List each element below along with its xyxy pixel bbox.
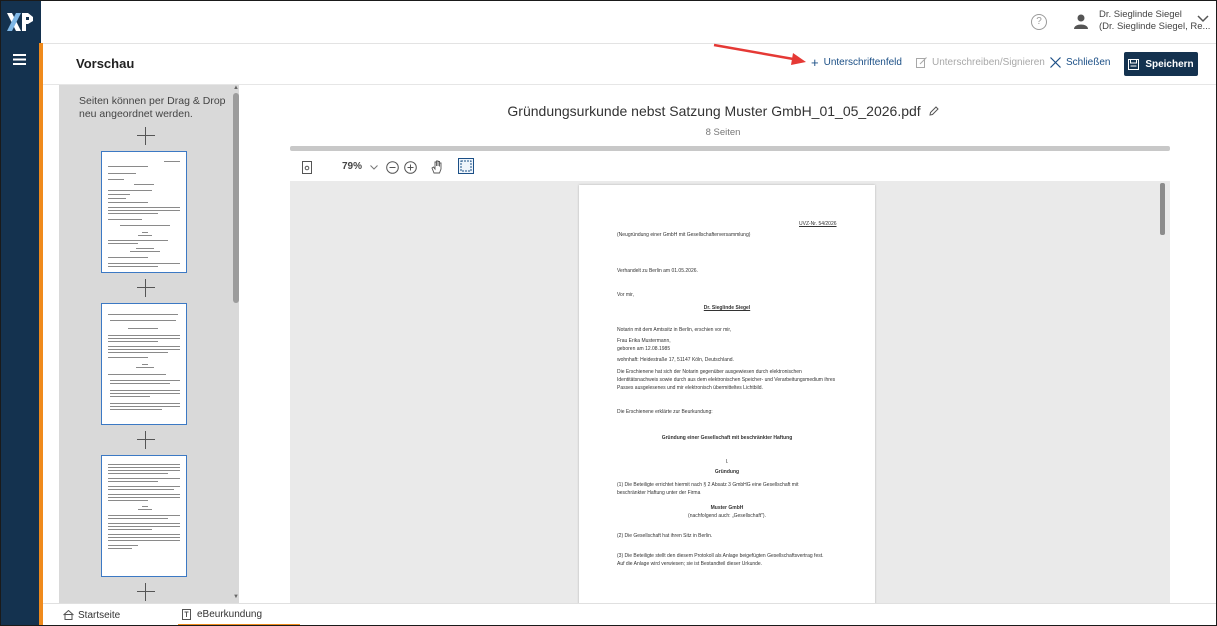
top-bar: ? Dr. Sieglinde Siegel (Dr. Sieglinde Si… [1, 1, 1216, 44]
page-text: Verhandelt zu Berlin am 01.05.2026. [617, 268, 698, 274]
tab-label: eBeurkundung [197, 608, 263, 620]
user-name-line1: Dr. Sieglinde Siegel [1099, 9, 1182, 20]
add-signature-field-button[interactable]: + Unterschriftenfeld [811, 54, 902, 70]
scroll-up-icon[interactable]: ▲ [233, 85, 239, 91]
thumbnail-scrollbar[interactable]: ▲ ▼ [232, 85, 240, 603]
tab-label: Startseite [78, 609, 121, 621]
select-area-button[interactable] [458, 158, 474, 174]
page-count: 8 Seiten [705, 127, 741, 138]
page-thumbnail[interactable] [101, 303, 187, 425]
page-text: Frau Erika Mustermann, [617, 338, 671, 344]
page-text: beschränkter Haftung unter der Firma [617, 490, 701, 496]
close-icon [1050, 57, 1061, 68]
pdf-canvas: UVZ-Nr. 54/2026 (Neugründung einer GmbH … [290, 181, 1170, 603]
left-rail [1, 43, 39, 625]
sign-pen-icon [916, 57, 927, 68]
sign-button-label: Unterschreiben/Signieren [932, 57, 1045, 68]
page-text: Vor mir, [617, 292, 634, 298]
page-notary: Dr. Sieglinde Siegel [703, 305, 751, 311]
insert-page-plus-icon[interactable] [137, 583, 155, 601]
page-text: Auf die Anlage wird verwiesen; sie ist B… [617, 561, 763, 567]
page-text: wohnhaft: Heidestraße 17, 51147 Köln, De… [617, 357, 734, 363]
zoom-in-icon[interactable] [404, 161, 417, 174]
page-company: Muster GmbH [710, 505, 744, 511]
pan-hand-icon[interactable] [431, 160, 444, 174]
page-thumbnail[interactable] [101, 455, 187, 577]
viewer-toolbar: 79% [290, 155, 1170, 181]
user-name[interactable]: Dr. Sieglinde Siegel (Dr. Sieglinde Sieg… [1099, 9, 1210, 33]
user-name-line2: (Dr. Sieglinde Siegel, Re... [1099, 21, 1211, 32]
zoom-level[interactable]: 79% [342, 161, 362, 172]
thumbnail-scroll-thumb[interactable] [233, 93, 239, 303]
annotation-arrow-icon [713, 43, 806, 65]
user-avatar-icon[interactable] [1073, 13, 1089, 29]
page-text: (2) Die Gesellschaft hat ihren Sitz in B… [617, 533, 713, 539]
document-scroll-thumb[interactable] [1160, 183, 1165, 235]
document-title: Gründungsurkunde nebst Satzung Muster Gm… [507, 103, 921, 119]
home-icon [63, 610, 74, 620]
page-text: Passes ausgelesenes und mir elektronisch… [617, 385, 763, 391]
save-button[interactable]: Speichern [1124, 52, 1198, 76]
page-thumbnail[interactable] [101, 151, 187, 273]
document-scrollbar[interactable] [1160, 183, 1166, 603]
plus-icon: + [811, 54, 819, 70]
edit-pencil-icon[interactable] [928, 106, 939, 116]
preview-header: Vorschau + Unterschriftenfeld Unterschre… [43, 44, 1216, 85]
logo-mark-icon [7, 13, 33, 31]
app-window: ? Dr. Sieglinde Siegel (Dr. Sieglinde Si… [0, 0, 1217, 626]
page-text: Die Erschienene hat sich der Notarin geg… [617, 369, 802, 375]
page-section-number: I. [725, 459, 729, 465]
page-text: (3) Die Beteiligte stellt den diesem Pro… [617, 553, 824, 559]
save-button-label: Speichern [1145, 58, 1194, 70]
help-icon[interactable]: ? [1031, 14, 1047, 30]
page-title: Vorschau [76, 56, 135, 71]
tab-ebeurkundung[interactable]: eBeurkundung [178, 604, 300, 625]
zoom-dropdown-chevron-icon[interactable] [370, 165, 378, 170]
load-progress-bar [290, 146, 1170, 151]
page-urnr: UVZ-Nr. 54/2026 [799, 221, 837, 227]
page-section-title: Gründung [714, 469, 740, 475]
app-logo[interactable] [1, 1, 41, 43]
page-text: (nachfolgend auch: „Gesellschaft"). [688, 513, 766, 519]
page-text: Notarin mit dem Amtssitz in Berlin, ersc… [617, 327, 732, 333]
sign-button[interactable]: Unterschreiben/Signieren [916, 57, 1045, 68]
page-text: Identitätsnachweis sowie durch aus dem e… [617, 377, 836, 383]
page-text: (Neugründung einer GmbH mit Gesellschaft… [617, 232, 751, 238]
select-area-icon [460, 160, 472, 172]
bottom-tab-bar: Startseite eBeurkundung [43, 603, 1216, 625]
thumbnail-panel: Seiten können per Drag & Drop neu angeor… [59, 85, 239, 603]
page-text: (1) Die Beteiligte errichtet hiermit nac… [617, 482, 799, 488]
document-view: Gründungsurkunde nebst Satzung Muster Gm… [243, 85, 1216, 603]
close-button-label: Schließen [1066, 57, 1111, 68]
insert-page-plus-icon[interactable] [137, 127, 155, 145]
save-disk-icon [1128, 58, 1140, 70]
hamburger-menu-icon[interactable] [13, 54, 26, 65]
page-heading: Gründung einer Gesellschaft mit beschrän… [661, 435, 793, 441]
document-tab-icon [182, 608, 191, 620]
tab-startseite[interactable]: Startseite [63, 604, 121, 625]
scroll-down-icon[interactable]: ▼ [233, 594, 239, 600]
add-signature-field-label: Unterschriftenfeld [823, 57, 902, 68]
page-text: geboren am 12.08.1985 [617, 346, 671, 352]
page-text: Die Erschienene erklärte zur Beurkundung… [617, 409, 713, 415]
rail-accent [39, 43, 43, 625]
close-button[interactable]: Schließen [1050, 57, 1110, 68]
document-info-icon[interactable] [302, 161, 312, 174]
pdf-page: UVZ-Nr. 54/2026 (Neugründung einer GmbH … [579, 185, 875, 603]
chevron-down-icon[interactable] [1197, 15, 1209, 23]
reorder-hint: Seiten können per Drag & Drop neu angeor… [79, 95, 226, 120]
zoom-out-icon[interactable] [386, 161, 399, 174]
insert-page-plus-icon[interactable] [137, 431, 155, 449]
insert-page-plus-icon[interactable] [137, 279, 155, 297]
document-title-row: Gründungsurkunde nebst Satzung Muster Gm… [243, 103, 1203, 119]
